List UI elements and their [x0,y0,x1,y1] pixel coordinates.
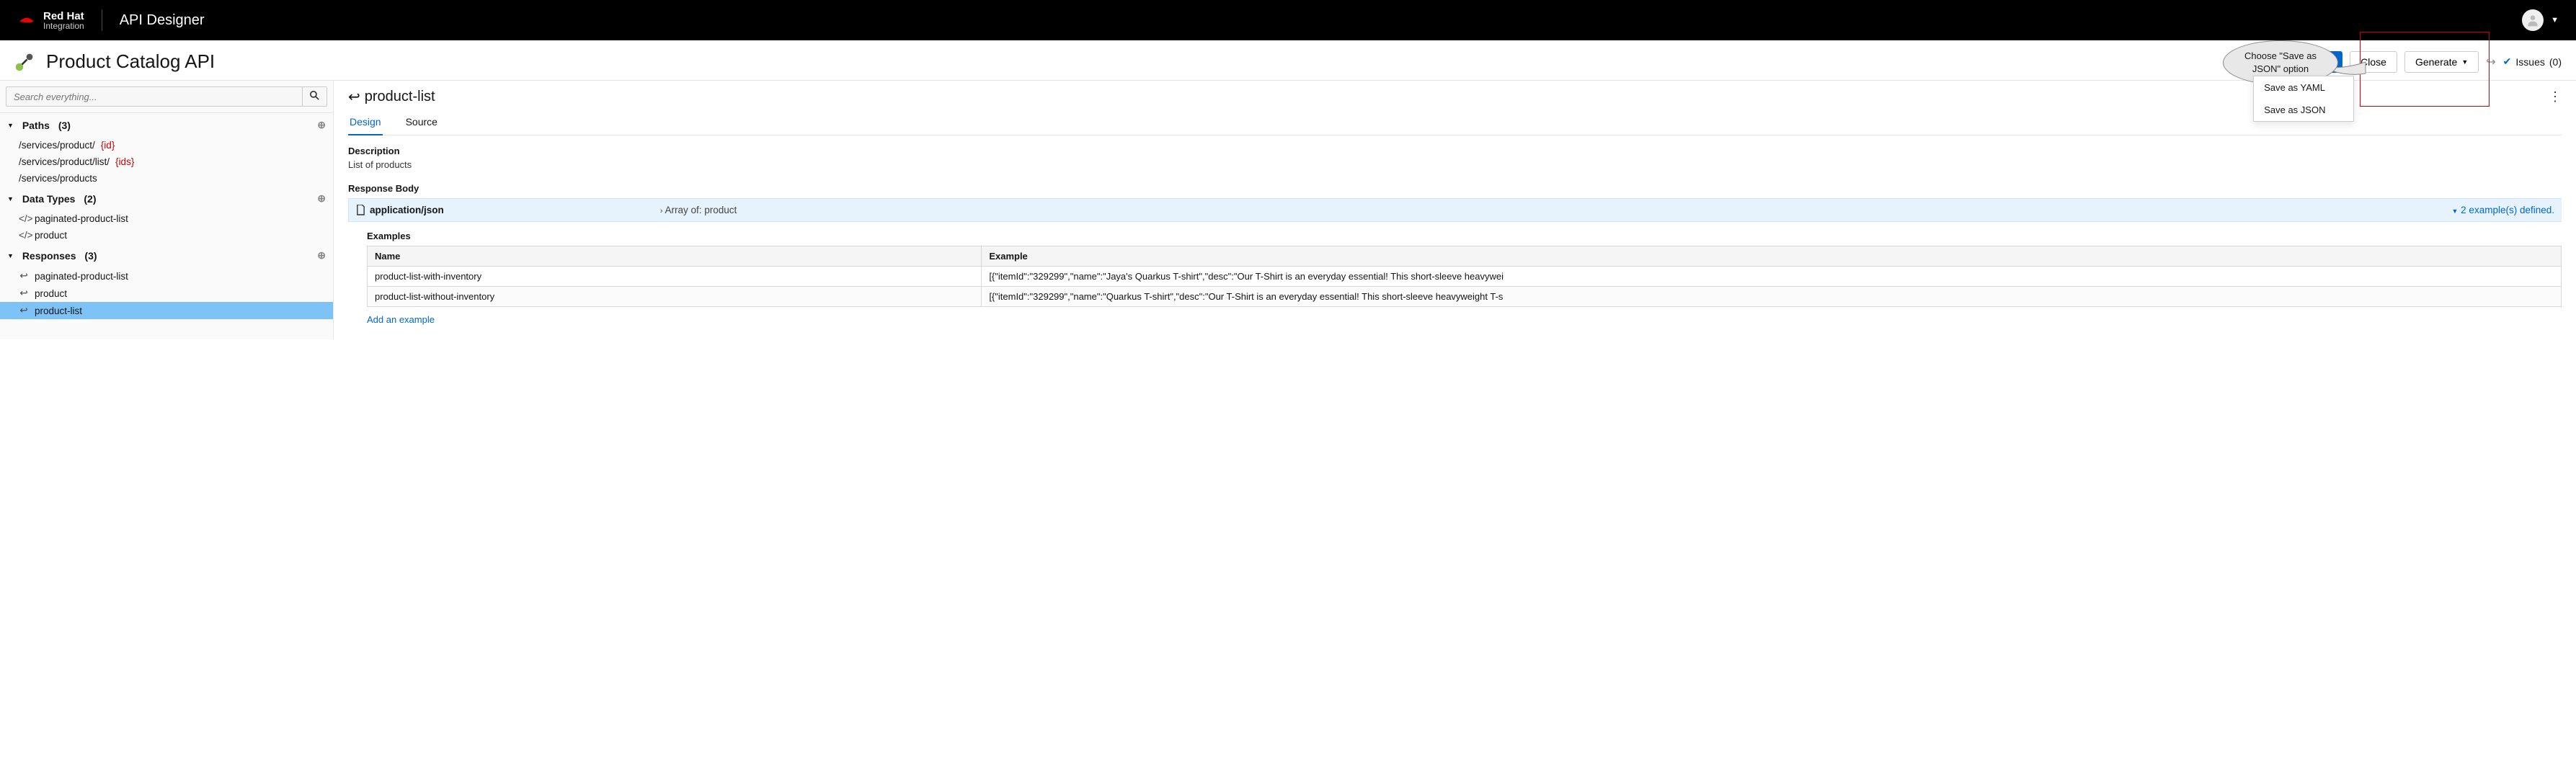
col-example: Example [982,246,2562,267]
description-text: List of products [348,159,2562,170]
chevron-down-icon: ▼ [2451,208,2458,215]
tab-design[interactable]: Design [348,113,383,135]
sidebar: ▼ Paths (3) ⊕ /services/product/{id} /se… [0,81,334,339]
add-response-button[interactable]: ⊕ [317,249,326,262]
media-type[interactable]: application/json [356,205,444,215]
content-area: ↩ product-list ⋮ Design Source Descripti… [334,81,2576,339]
path-item[interactable]: /services/product/list/{ids} [0,153,333,170]
example-value: [{"itemId":"329299","name":"Quarkus T-sh… [982,287,2562,307]
search-button[interactable] [302,86,327,107]
datatypes-label: Data Types [22,193,76,205]
responses-label: Responses [22,250,76,262]
col-name: Name [368,246,982,267]
callout-text-2: JSON" option [2252,63,2309,74]
response-item[interactable]: ↩paginated-product-list [0,267,333,285]
app-title: API Designer [120,12,205,29]
datatypes-section-header[interactable]: ▼ Data Types (2) ⊕ [0,187,333,210]
example-value: [{"itemId":"329299","name":"Jaya's Quark… [982,267,2562,287]
save-as-dropdown: Save as YAML Save as JSON [2253,76,2354,122]
actionbar: Product Catalog API Save As... ▼ Save as… [0,40,2576,80]
paths-label: Paths [22,120,50,131]
generate-label: Generate [2415,56,2457,68]
responses-count: (3) [84,250,97,262]
generate-button[interactable]: Generate▼ [2404,51,2479,73]
datatype-item[interactable]: </>product [0,227,333,244]
path-item[interactable]: /services/product/{id} [0,137,333,153]
response-body-panel: application/json › Array of: product ▼ 2… [348,198,2562,222]
table-row[interactable]: product-list-without-inventory [{"itemId… [368,287,2562,307]
breadcrumb: ↩ product-list ⋮ [348,88,2562,106]
schema-summary[interactable]: › Array of: product [444,205,2452,215]
paths-count: (3) [58,120,71,131]
issues-indicator[interactable]: ✔ Issues (0) [2503,55,2562,68]
example-name: product-list-with-inventory [368,267,982,287]
response-item-selected[interactable]: ↩product-list [0,302,333,319]
responses-section-header[interactable]: ▼ Responses (3) ⊕ [0,244,333,267]
page-title: Product Catalog API [46,50,215,73]
issues-count: (0) [2549,56,2562,68]
table-row[interactable]: product-list-with-inventory [{"itemId":"… [368,267,2562,287]
examples-toggle[interactable]: ▼ 2 example(s) defined. [2451,205,2554,215]
code-icon: </> [19,213,29,224]
brand-name: Red Hat [43,11,84,22]
chevron-right-icon: › [660,207,663,215]
example-name: product-list-without-inventory [368,287,982,307]
chevron-down-icon: ▼ [7,252,14,259]
tabs: Design Source [348,113,2562,135]
chevron-down-icon: ▼ [7,122,14,129]
paths-section-header[interactable]: ▼ Paths (3) ⊕ [0,113,333,137]
save-as-yaml-item[interactable]: Save as YAML [2254,76,2353,99]
search-input[interactable] [6,86,302,107]
issues-label: Issues [2515,56,2544,68]
examples-table: Name Example product-list-with-inventory… [367,246,2562,307]
topbar: Red Hat Integration API Designer ▼ [0,0,2576,40]
reply-icon: ↩ [19,270,29,282]
add-datatype-button[interactable]: ⊕ [317,192,326,205]
add-path-button[interactable]: ⊕ [317,119,326,131]
datatype-item[interactable]: </>paginated-product-list [0,210,333,227]
user-icon [2526,13,2540,27]
redhat-icon [17,13,36,27]
check-icon: ✔ [2503,55,2512,68]
breadcrumb-title: product-list [365,89,435,105]
tab-source[interactable]: Source [404,113,439,135]
reply-icon: ↩ [19,305,29,316]
response-body-heading: Response Body [348,183,2562,194]
api-icon [14,52,35,72]
brand-sub: Integration [43,22,84,30]
path-item[interactable]: /services/products [0,170,333,187]
add-example-link[interactable]: Add an example [367,314,2562,325]
share-icon[interactable]: ↪ [2486,55,2495,69]
reply-icon: ↩ [19,288,29,299]
user-menu-caret[interactable]: ▼ [2551,16,2559,24]
description-heading: Description [348,146,2562,156]
examples-heading: Examples [367,231,2562,241]
search-icon [310,91,319,100]
user-menu[interactable] [2522,9,2544,31]
kebab-menu[interactable]: ⋮ [2549,89,2562,104]
callout-text-1: Choose "Save as [2244,50,2317,61]
datatypes-count: (2) [84,193,96,205]
file-icon [356,205,365,215]
reply-icon: ↩ [348,88,360,106]
save-as-json-item[interactable]: Save as JSON [2254,99,2353,121]
main-split: ▼ Paths (3) ⊕ /services/product/{id} /se… [0,80,2576,339]
code-icon: </> [19,230,29,241]
brand-logo[interactable]: Red Hat Integration [17,11,84,30]
response-item[interactable]: ↩product [0,285,333,302]
chevron-down-icon: ▼ [7,195,14,202]
